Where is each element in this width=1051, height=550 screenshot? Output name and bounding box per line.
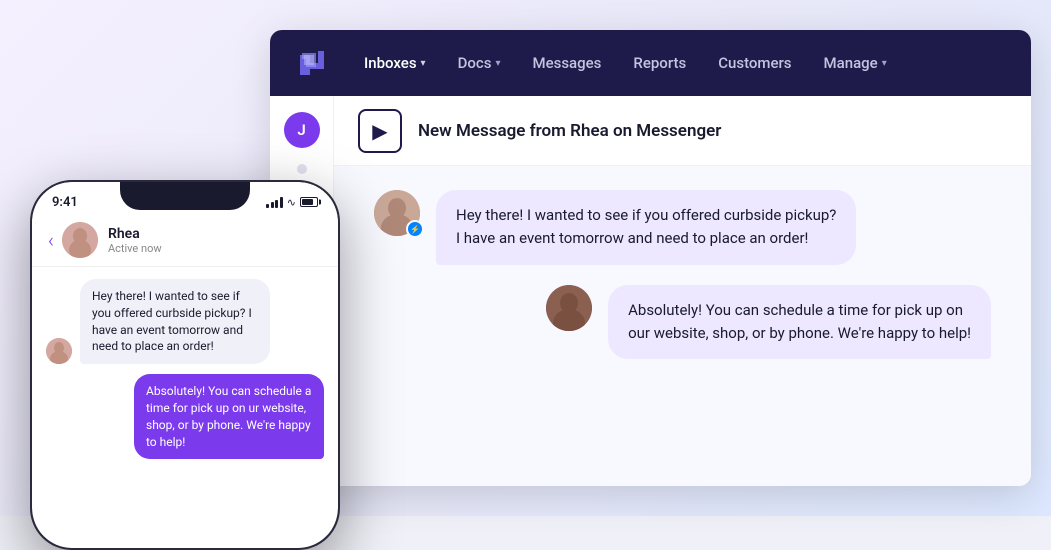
phone-msg-incoming: Hey there! I wanted to see if you offere… <box>46 279 324 364</box>
battery-icon <box>300 197 318 207</box>
nav-reports-label: Reports <box>633 54 686 72</box>
desktop-msg-incoming: ⚡ Hey there! I wanted to see if you offe… <box>374 190 991 265</box>
sidebar-user-avatar[interactable]: J <box>284 112 320 148</box>
phone-incoming-bubble: Hey there! I wanted to see if you offere… <box>80 279 270 364</box>
desktop-outgoing-bubble: Absolutely! You can schedule a time for … <box>608 285 991 360</box>
phone-chat-header: ‹ Rhea Active now <box>32 214 338 267</box>
nav-bar: Inboxes ▾ Docs ▾ Messages Reports Custom… <box>270 30 1031 96</box>
chat-area: ⚡ Hey there! I wanted to see if you offe… <box>334 166 1031 486</box>
nav-items: Inboxes ▾ Docs ▾ Messages Reports Custom… <box>350 46 1007 80</box>
notification-icon-box: ▶ <box>358 109 402 153</box>
nav-item-reports[interactable]: Reports <box>619 46 700 80</box>
phone-outgoing-bubble: Absolutely! You can schedule a time for … <box>134 374 324 459</box>
back-icon[interactable]: ‹ <box>48 228 54 252</box>
phone-icons: ∿ <box>266 196 318 209</box>
wifi-icon: ∿ <box>287 196 296 209</box>
messenger-badge: ⚡ <box>406 220 424 238</box>
nav-item-customers[interactable]: Customers <box>704 46 805 80</box>
message-icon: ▶ <box>372 119 387 143</box>
phone-mockup: 9:41 ∿ ‹ <box>30 180 340 550</box>
phone-msg-outgoing: Absolutely! You can schedule a time for … <box>46 374 324 459</box>
chevron-down-icon: ▾ <box>882 58 887 69</box>
notification-text: New Message from Rhea on Messenger <box>418 121 721 141</box>
notification-bar: ▶ New Message from Rhea on Messenger <box>334 96 1031 166</box>
nav-item-inboxes[interactable]: Inboxes ▾ <box>350 46 440 80</box>
nav-docs-label: Docs <box>458 54 492 72</box>
phone-contact-name: Rhea <box>108 226 162 242</box>
desktop-incoming-bubble: Hey there! I wanted to see if you offere… <box>436 190 856 265</box>
nav-item-docs[interactable]: Docs ▾ <box>444 46 515 80</box>
messenger-icon: ⚡ <box>410 225 420 234</box>
phone-messages: Hey there! I wanted to see if you offere… <box>32 267 338 471</box>
desktop-panel: Inboxes ▾ Docs ▾ Messages Reports Custom… <box>270 30 1031 486</box>
nav-item-messages[interactable]: Messages <box>518 46 615 80</box>
phone-contact-avatar <box>62 222 98 258</box>
avatar-initial: J <box>297 121 305 139</box>
desktop-agent-avatar <box>546 285 592 331</box>
desktop-sender-avatar-wrapper: ⚡ <box>374 190 420 236</box>
phone-notch <box>120 182 250 210</box>
chevron-down-icon: ▾ <box>421 58 426 69</box>
nav-item-manage[interactable]: Manage ▾ <box>810 46 901 80</box>
phone-time: 9:41 <box>52 195 78 210</box>
phone-sender-avatar <box>46 338 72 364</box>
chevron-down-icon: ▾ <box>495 58 500 69</box>
phone-screen: 9:41 ∿ ‹ <box>32 182 338 548</box>
desktop-msg-outgoing: Absolutely! You can schedule a time for … <box>374 285 991 360</box>
nav-inboxes-label: Inboxes <box>364 54 417 72</box>
main-content: ▶ New Message from Rhea on Messenger <box>334 96 1031 486</box>
nav-customers-label: Customers <box>718 54 791 72</box>
nav-messages-label: Messages <box>532 54 601 72</box>
nav-manage-label: Manage <box>824 54 878 72</box>
sidebar-dot-1 <box>297 164 307 174</box>
phone-user-info: Rhea Active now <box>108 226 162 255</box>
phone-contact-status: Active now <box>108 242 162 255</box>
nav-logo <box>294 45 330 81</box>
signal-icon <box>266 196 283 208</box>
content-area: J ▶ New Message from Rhea on Messenger <box>270 96 1031 486</box>
